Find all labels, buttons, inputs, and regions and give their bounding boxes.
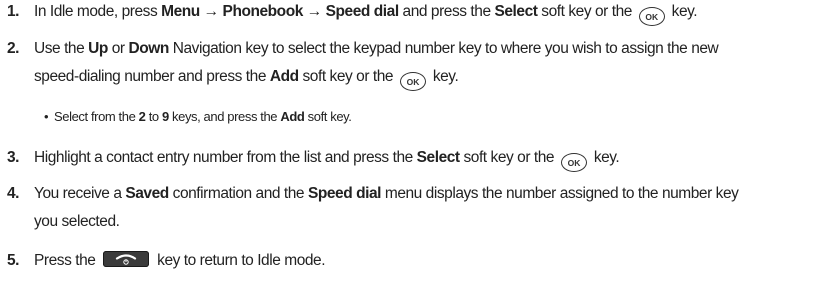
step-number: 1. xyxy=(7,3,20,20)
step-text: In Idle mode, press Menu → Phonebook → S… xyxy=(34,0,698,26)
bullet-icon: • xyxy=(44,109,49,124)
step-text-line-2: you selected. xyxy=(34,213,120,230)
step-number: 5. xyxy=(7,252,20,269)
step-text: Use the Up or Down Navigation key to sel… xyxy=(34,40,719,57)
step-text: You receive a Saved confirmation and the… xyxy=(34,185,739,202)
step-number: 3. xyxy=(7,149,20,166)
step-number: 4. xyxy=(7,185,20,202)
step-text-line-2: speed-dialing number and press the Add s… xyxy=(34,63,459,91)
ok-key-icon: OK xyxy=(399,72,426,91)
instruction-page: 1. In Idle mode, press Menu → Phonebook … xyxy=(0,0,836,281)
ok-key-icon: OK xyxy=(638,7,665,26)
sub-bullet-text: Select from the 2 to 9 keys, and press t… xyxy=(54,109,352,124)
end-power-key-icon xyxy=(103,251,150,267)
step-text: Press the key to return to Idle mode. xyxy=(34,251,326,269)
step-text: Highlight a contact entry number from th… xyxy=(34,144,620,172)
step-number: 2. xyxy=(7,40,20,57)
ok-key-icon: OK xyxy=(560,153,587,172)
